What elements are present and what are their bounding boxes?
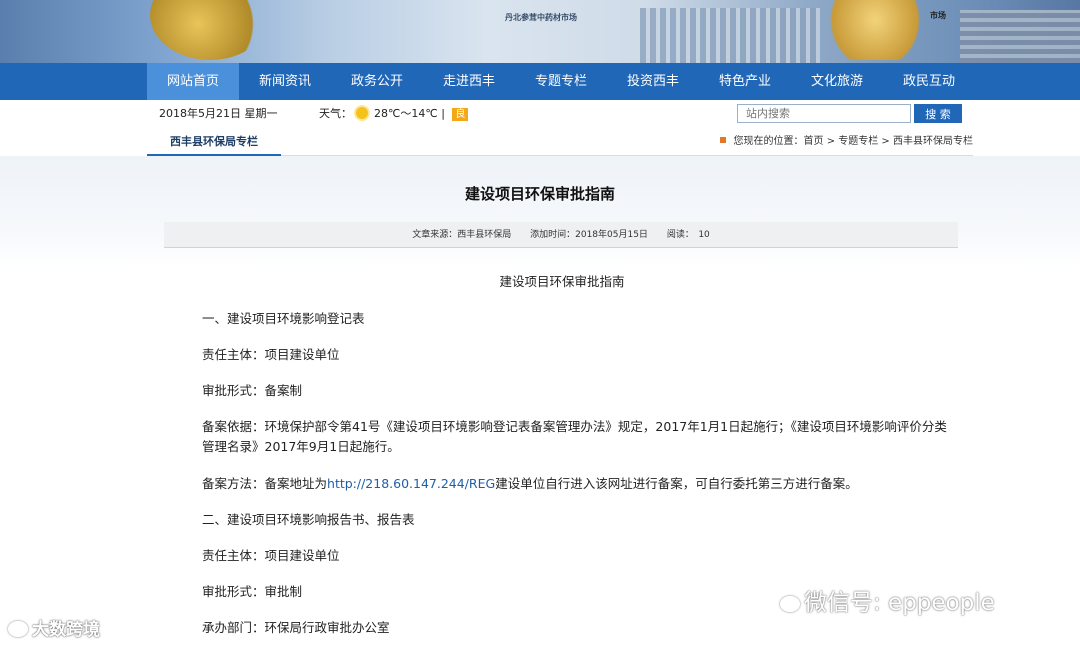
weather-separator: | <box>441 107 445 120</box>
search-input[interactable] <box>737 104 911 123</box>
article-heading: 建设项目环保审批指南 <box>499 274 625 289</box>
section-bar: 西丰县环保局专栏 您现在的位置：首页 > 专题专栏 > 西丰县环保局专栏 <box>147 128 973 156</box>
section-title-tab[interactable]: 西丰县环保局专栏 <box>147 128 281 156</box>
sun-icon <box>356 107 368 119</box>
temperature: 28℃～14℃ <box>374 107 438 120</box>
article-paragraph: 责任主体：项目建设单位 <box>202 347 340 362</box>
info-bar: 2018年5月21日 星期一 天气： 28℃～14℃ | 良 搜 索 <box>147 100 973 128</box>
watermark-right: 微信号: eppeople <box>780 583 995 617</box>
breadcrumb: 您现在的位置：首页 > 专题专栏 > 西丰县环保局专栏 <box>719 128 973 156</box>
weather-widget: 天气： 28℃～14℃ | 良 <box>319 100 469 128</box>
article-time: 添加时间：2018年05月15日 <box>530 230 648 240</box>
article-text: 建设单位自行进入该网址进行备案，可自行委托第三方进行备案。 <box>495 476 858 491</box>
article-paragraph: 二、建设项目环境影响报告书、报告表 <box>202 512 415 527</box>
building-image <box>640 8 820 63</box>
article-text: 备案方法：备案地址为 <box>202 476 328 491</box>
article-title: 建设项目环保审批指南 <box>464 185 615 203</box>
ginseng-image <box>820 0 930 60</box>
nav-item-about[interactable]: 走进西丰 <box>423 63 515 100</box>
watermark-left-text: 大数跨境 <box>32 620 100 640</box>
location-icon <box>719 137 726 143</box>
article-paragraph: 责任主体：项目建设单位 <box>202 548 340 563</box>
article-source: 文章来源：西丰县环保局 <box>412 230 512 240</box>
watermark-left: 大数跨境 <box>8 615 100 640</box>
article-paragraph-link: 备案方法：备案地址为http://218.60.147.244/REG建设单位自… <box>176 474 948 494</box>
building-image-right <box>960 10 1080 63</box>
article-paragraph: 审批形式：备案制 <box>202 383 303 398</box>
weather-label: 天气： <box>319 107 352 120</box>
nav-item-government[interactable]: 政务公开 <box>331 63 423 100</box>
article-paragraph: 备案依据：环境保护部令第41号《建设项目环境影响登记表备案管理办法》规定，201… <box>202 419 947 454</box>
search-button[interactable]: 搜 索 <box>914 104 962 123</box>
current-date: 2018年5月21日 星期一 <box>159 107 278 120</box>
article-paragraph: 承办部门：环保局行政审批办公室 <box>202 620 390 635</box>
nav-item-topics[interactable]: 专题专栏 <box>515 63 607 100</box>
header-banner: 丹北参茸中药材市场 市场 <box>0 0 1080 63</box>
nav-item-interaction[interactable]: 政民互动 <box>883 63 975 100</box>
article-meta: 文章来源：西丰县环保局 添加时间：2018年05月15日 阅读： 10 <box>164 222 958 248</box>
article-paragraph: 一、建设项目环境影响登记表 <box>202 311 365 326</box>
banner-sign-text-right: 市场 <box>930 11 946 20</box>
banner-sign-text: 丹北参茸中药材市场 <box>505 13 577 22</box>
wechat-icon <box>780 596 800 612</box>
nav-item-news[interactable]: 新闻资讯 <box>239 63 331 100</box>
main-nav: 网站首页 新闻资讯 政务公开 走进西丰 专题专栏 投资西丰 特色产业 文化旅游 … <box>0 63 1080 100</box>
nav-item-tourism[interactable]: 文化旅游 <box>791 63 883 100</box>
watermark-logo-icon <box>8 621 28 637</box>
nav-item-home[interactable]: 网站首页 <box>147 63 239 100</box>
air-quality-badge: 良 <box>452 108 469 121</box>
watermark-right-text: 微信号: eppeople <box>804 590 995 616</box>
registration-link[interactable]: http://218.60.147.244/REG <box>327 476 495 491</box>
article-reads: 阅读： 10 <box>666 230 710 240</box>
nav-item-industry[interactable]: 特色产业 <box>699 63 791 100</box>
gold-statue-image <box>150 0 270 60</box>
nav-item-invest[interactable]: 投资西丰 <box>607 63 699 100</box>
breadcrumb-text: 您现在的位置：首页 > 专题专栏 > 西丰县环保局专栏 <box>733 136 973 147</box>
